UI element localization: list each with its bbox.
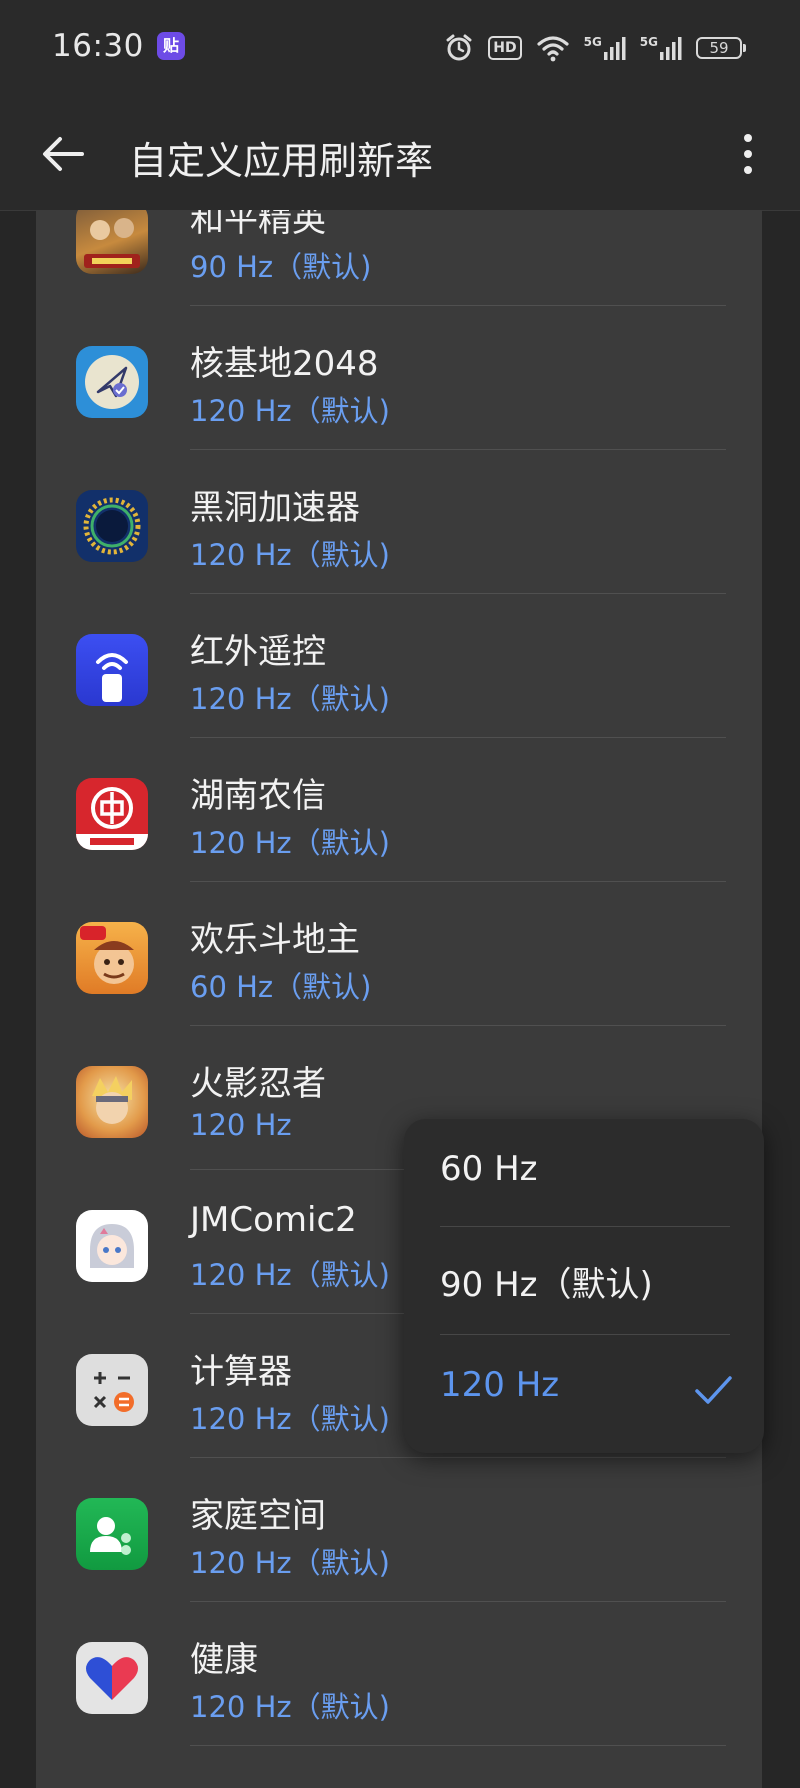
status-time: 16:30 — [52, 28, 144, 64]
menu-option-120hz[interactable]: 120 Hz — [404, 1335, 764, 1443]
black-hole-icon — [76, 490, 148, 562]
alarm-icon — [446, 34, 472, 61]
status-bar: 16:30 贴 HD 5G 5G 59 — [0, 0, 800, 96]
app-refresh-rate: 60 Hz（默认) — [190, 970, 372, 1004]
app-refresh-rate: 120 Hz（默认) — [190, 394, 390, 428]
remote-signal-icon — [76, 634, 148, 706]
app-name: 核基地2048 — [190, 344, 379, 384]
app-refresh-rate: 90 Hz（默认) — [190, 250, 372, 284]
list-item-hongwai[interactable]: 红外遥控 120 Hz（默认) — [36, 594, 762, 738]
list-item-heidong[interactable]: 黑洞加速器 120 Hz（默认) — [36, 450, 762, 594]
calculator-icon — [76, 1354, 148, 1426]
bank-coin-icon — [76, 778, 148, 850]
app-name: 黑洞加速器 — [190, 488, 360, 528]
app-name: 和平精英 — [190, 210, 326, 240]
app-name: 健康 — [190, 1640, 258, 1680]
list-item-heping[interactable]: 和平精英 90 Hz（默认) — [36, 210, 762, 306]
list-item-hunan-nongxin[interactable]: 湖南农信 120 Hz（默认) — [36, 738, 762, 882]
app-list: 和平精英 90 Hz（默认) 核基地2048 120 Hz（默认) 黑洞加速器 … — [36, 210, 762, 1788]
family-people-icon — [76, 1498, 148, 1570]
app-name: 欢乐斗地主 — [190, 920, 360, 960]
signal-5g-icon-2: 5G — [640, 36, 682, 60]
arrow-left-icon[interactable] — [38, 128, 90, 180]
notification-app-icon: 贴 — [157, 32, 185, 60]
game-soldiers-icon — [76, 210, 148, 274]
app-refresh-rate: 120 Hz（默认) — [190, 1258, 390, 1292]
paper-plane-check-icon — [76, 346, 148, 418]
ninja-character-icon — [76, 1066, 148, 1138]
wifi-icon — [536, 36, 569, 62]
hd-icon: HD — [488, 36, 522, 60]
app-bar: 自定义应用刷新率 — [0, 96, 800, 211]
menu-option-label: 90 Hz（默认) — [440, 1265, 653, 1305]
screen: 16:30 贴 HD 5G 5G 59 自定义应用刷新率 和平精英 90 Hz（… — [0, 0, 800, 1788]
app-refresh-rate: 120 Hz（默认) — [190, 538, 390, 572]
app-name: JMComic2 — [190, 1200, 357, 1240]
app-name: 家庭空间 — [190, 1496, 326, 1536]
app-refresh-rate: 120 Hz（默认) — [190, 682, 390, 716]
status-icons: HD 5G 5G 59 — [444, 28, 746, 68]
anime-girl-icon — [76, 1210, 148, 1282]
menu-option-label: 120 Hz — [440, 1365, 560, 1405]
landlord-character-icon — [76, 922, 148, 994]
page-title: 自定义应用刷新率 — [129, 139, 434, 183]
list-item-hejidi[interactable]: 核基地2048 120 Hz（默认) — [36, 306, 762, 450]
menu-option-90hz[interactable]: 90 Hz（默认) — [404, 1227, 764, 1335]
list-item-family-space[interactable]: 家庭空间 120 Hz（默认) — [36, 1458, 762, 1602]
app-refresh-rate: 120 Hz（默认) — [190, 826, 390, 860]
app-refresh-rate: 120 Hz（默认) — [190, 1546, 390, 1580]
app-refresh-rate: 120 Hz — [190, 1108, 292, 1142]
app-refresh-rate: 120 Hz（默认) — [190, 1402, 390, 1436]
list-item-health[interactable]: 健康 120 Hz（默认) — [36, 1602, 762, 1746]
app-name: 火影忍者 — [190, 1064, 326, 1104]
battery-icon: 59 — [696, 37, 746, 59]
app-name: 计算器 — [190, 1352, 292, 1392]
list-item-doudizhu[interactable]: 欢乐斗地主 60 Hz（默认) — [36, 882, 762, 1026]
checkmark-icon — [695, 1376, 732, 1404]
menu-option-60hz[interactable]: 60 Hz — [404, 1119, 764, 1227]
menu-option-label: 60 Hz — [440, 1149, 538, 1189]
more-vertical-icon[interactable] — [736, 132, 760, 176]
refresh-rate-menu: 60 Hz 90 Hz（默认) 120 Hz — [404, 1119, 764, 1453]
heart-icon — [76, 1642, 148, 1714]
app-name: 红外遥控 — [190, 632, 326, 672]
divider — [190, 1745, 726, 1746]
signal-5g-icon: 5G — [584, 36, 626, 60]
app-refresh-rate: 120 Hz（默认) — [190, 1690, 390, 1724]
app-name: 湖南农信 — [190, 776, 326, 816]
